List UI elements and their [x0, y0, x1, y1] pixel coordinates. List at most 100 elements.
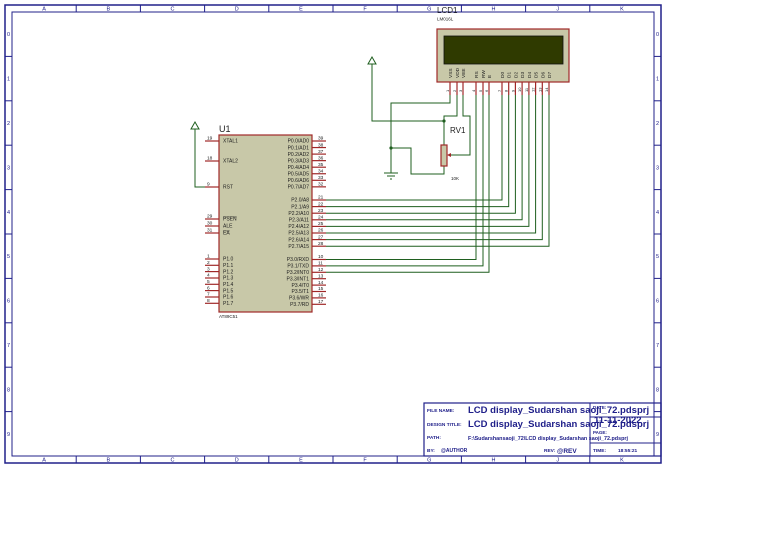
mcu-pin-label: EA: [223, 231, 230, 237]
mcu-pin-label: P2.7/A15: [288, 244, 309, 250]
mcu-pin-number: 28: [318, 241, 324, 247]
lcd-lm016l[interactable]: LCD1 LM016L VSS 1 VDD 2 VEE 3 RS 4 RW 5 E 6 D0 7 D1 8 D2 9 D…: [436, 6, 570, 95]
pot-body: [440, 144, 448, 167]
mcu-pin-number: 10: [318, 254, 324, 260]
mcu-pin-number: 23: [318, 208, 324, 214]
power-terminal-icon: [367, 55, 377, 65]
mcu-pin-label: P2.4/A12: [288, 224, 309, 230]
wire-vcc: [371, 64, 444, 122]
mcu-pin-label: P0.4/AD4: [288, 165, 310, 171]
mcu-at89c51[interactable]: U1AT89C5119 XTAL118 XTAL29 RST29 PSEN30 ALE31…: [205, 124, 326, 319]
mcu-pin-label: P3.3/INT1: [286, 276, 309, 282]
mcu-pin-label: P2.2/A10: [288, 211, 309, 217]
row-label-left: 5: [7, 254, 10, 260]
mcu-pin-number: 24: [318, 215, 324, 221]
column-label-bottom: K: [620, 458, 624, 464]
mcu-pin-number: 2: [207, 260, 210, 266]
row-label-left: 9: [7, 432, 10, 438]
path-label: PATH:: [427, 435, 441, 441]
row-label-left: 7: [7, 343, 10, 349]
mcu-pin-number: 13: [318, 273, 324, 279]
row-label-left: 3: [7, 165, 10, 171]
pot-value-label: 10K: [451, 176, 459, 181]
lcd-pin-number: 1: [445, 89, 450, 92]
lcd-pin-number: 2: [452, 89, 457, 92]
wire-p2-5-to-d5: [326, 95, 537, 234]
column-label-bottom: E: [299, 458, 303, 464]
mcu-pin-number: 30: [207, 221, 213, 227]
column-label-bottom: H: [492, 458, 496, 464]
wire-vee-wiper: [451, 95, 471, 156]
lcd-pin-number: 9: [510, 89, 515, 92]
file-name-label: FILE NAME:: [427, 408, 455, 414]
column-label-top: C: [171, 7, 175, 13]
row-label-right: 6: [656, 299, 659, 305]
column-label-top: D: [235, 7, 239, 13]
mcu-pin-number: 38: [318, 142, 324, 148]
column-label-top: K: [620, 7, 624, 13]
column-label-bottom: C: [171, 458, 175, 464]
schematic-canvas[interactable]: AABBCCDDEEFFGGHHJJKK0 01 12 23 34 45 56 67 78 89 9…: [0, 0, 768, 543]
wire-rst-power: [194, 129, 205, 188]
mcu-pin-label: RST: [223, 185, 233, 191]
potentiometer-rv1[interactable]: RV1 10K: [440, 126, 466, 181]
mcu-pin-label: P2.5/A13: [288, 231, 309, 237]
lcd-pin-label: E: [487, 75, 493, 78]
mcu-pin-number: 22: [318, 201, 324, 207]
mcu-pin-number: 25: [318, 221, 324, 227]
column-label-top: A: [42, 7, 46, 13]
path-value: F:\Sudarshansaoji_72\LCD display_Sudarsh…: [468, 436, 628, 442]
wire-pot-ground: [391, 147, 445, 175]
mcu-pin-number: 36: [318, 155, 324, 161]
lcd-pin-number: 8: [504, 89, 509, 92]
lcd-pin-label: VSS: [448, 68, 454, 78]
mcu-pin-number: 37: [318, 149, 324, 155]
mcu-pin-label: P2.1/A9: [291, 204, 309, 210]
mcu-pin-number: 26: [318, 228, 324, 234]
lcd-pin-label: D0: [500, 72, 506, 78]
mcu-pin-label: P3.1/TXD: [287, 264, 309, 270]
mcu-pin-label: P3.2/INT0: [286, 270, 309, 276]
by-label: BY:: [427, 448, 435, 454]
design-title-label: DESIGN TITLE:: [427, 422, 462, 428]
row-label-left: 4: [7, 210, 10, 216]
wire-p2-3-to-d3: [326, 95, 523, 221]
row-label-right: 9: [656, 432, 659, 438]
row-label-right: 3: [656, 165, 659, 171]
page-label: PAGE:: [593, 430, 607, 435]
mcu-pin-label: P1.1: [223, 263, 234, 269]
lcd-pin-number: 7: [497, 89, 502, 92]
pot-wiper-arrow: [447, 153, 451, 157]
mcu-pin-label: P1.7: [223, 301, 234, 307]
mcu-pin-label: P3.6/WR: [289, 296, 309, 302]
lcd-pin-number: 13: [537, 87, 542, 92]
lcd-screen: [443, 35, 564, 65]
wire-p2-1-to-d1: [326, 95, 510, 208]
lcd-pin-number: 11: [524, 87, 529, 92]
row-label-left: 2: [7, 121, 10, 127]
column-label-top: H: [492, 7, 496, 13]
lcd-pin-label: D3: [520, 72, 526, 78]
row-label-right: 8: [656, 387, 659, 393]
title-block: FILE NAME: LCD display_Sudarshan saoji_72…: [423, 402, 662, 457]
mcu-pin-label: P0.7/AD7: [288, 185, 310, 191]
date-label: DATE:: [593, 405, 607, 410]
mcu-pin-number: 18: [207, 156, 213, 162]
row-label-right: 2: [656, 121, 659, 127]
lcd-pin-label: D2: [513, 72, 519, 78]
mcu-pin-number: 19: [207, 136, 213, 142]
pot-ref-label: RV1: [450, 126, 466, 135]
column-label-top: E: [299, 7, 303, 13]
lcd-pin-label: VEE: [461, 68, 467, 78]
column-label-bottom: J: [556, 458, 559, 464]
lcd-ref-label: LCD1: [437, 6, 458, 15]
lcd-pin-number: 5: [478, 89, 483, 92]
mcu-pin-label: P0.3/AD3: [288, 158, 310, 164]
column-label-bottom: G: [427, 458, 431, 464]
lcd-pin-label: VDD: [455, 67, 461, 78]
time-value: 18:55:21: [618, 448, 638, 454]
mcu-pin-number: 33: [318, 175, 324, 181]
lcd-pin-label: D4: [527, 72, 533, 78]
mcu-pin-label: P2.6/A14: [288, 237, 309, 243]
row-label-right: 1: [656, 77, 659, 83]
